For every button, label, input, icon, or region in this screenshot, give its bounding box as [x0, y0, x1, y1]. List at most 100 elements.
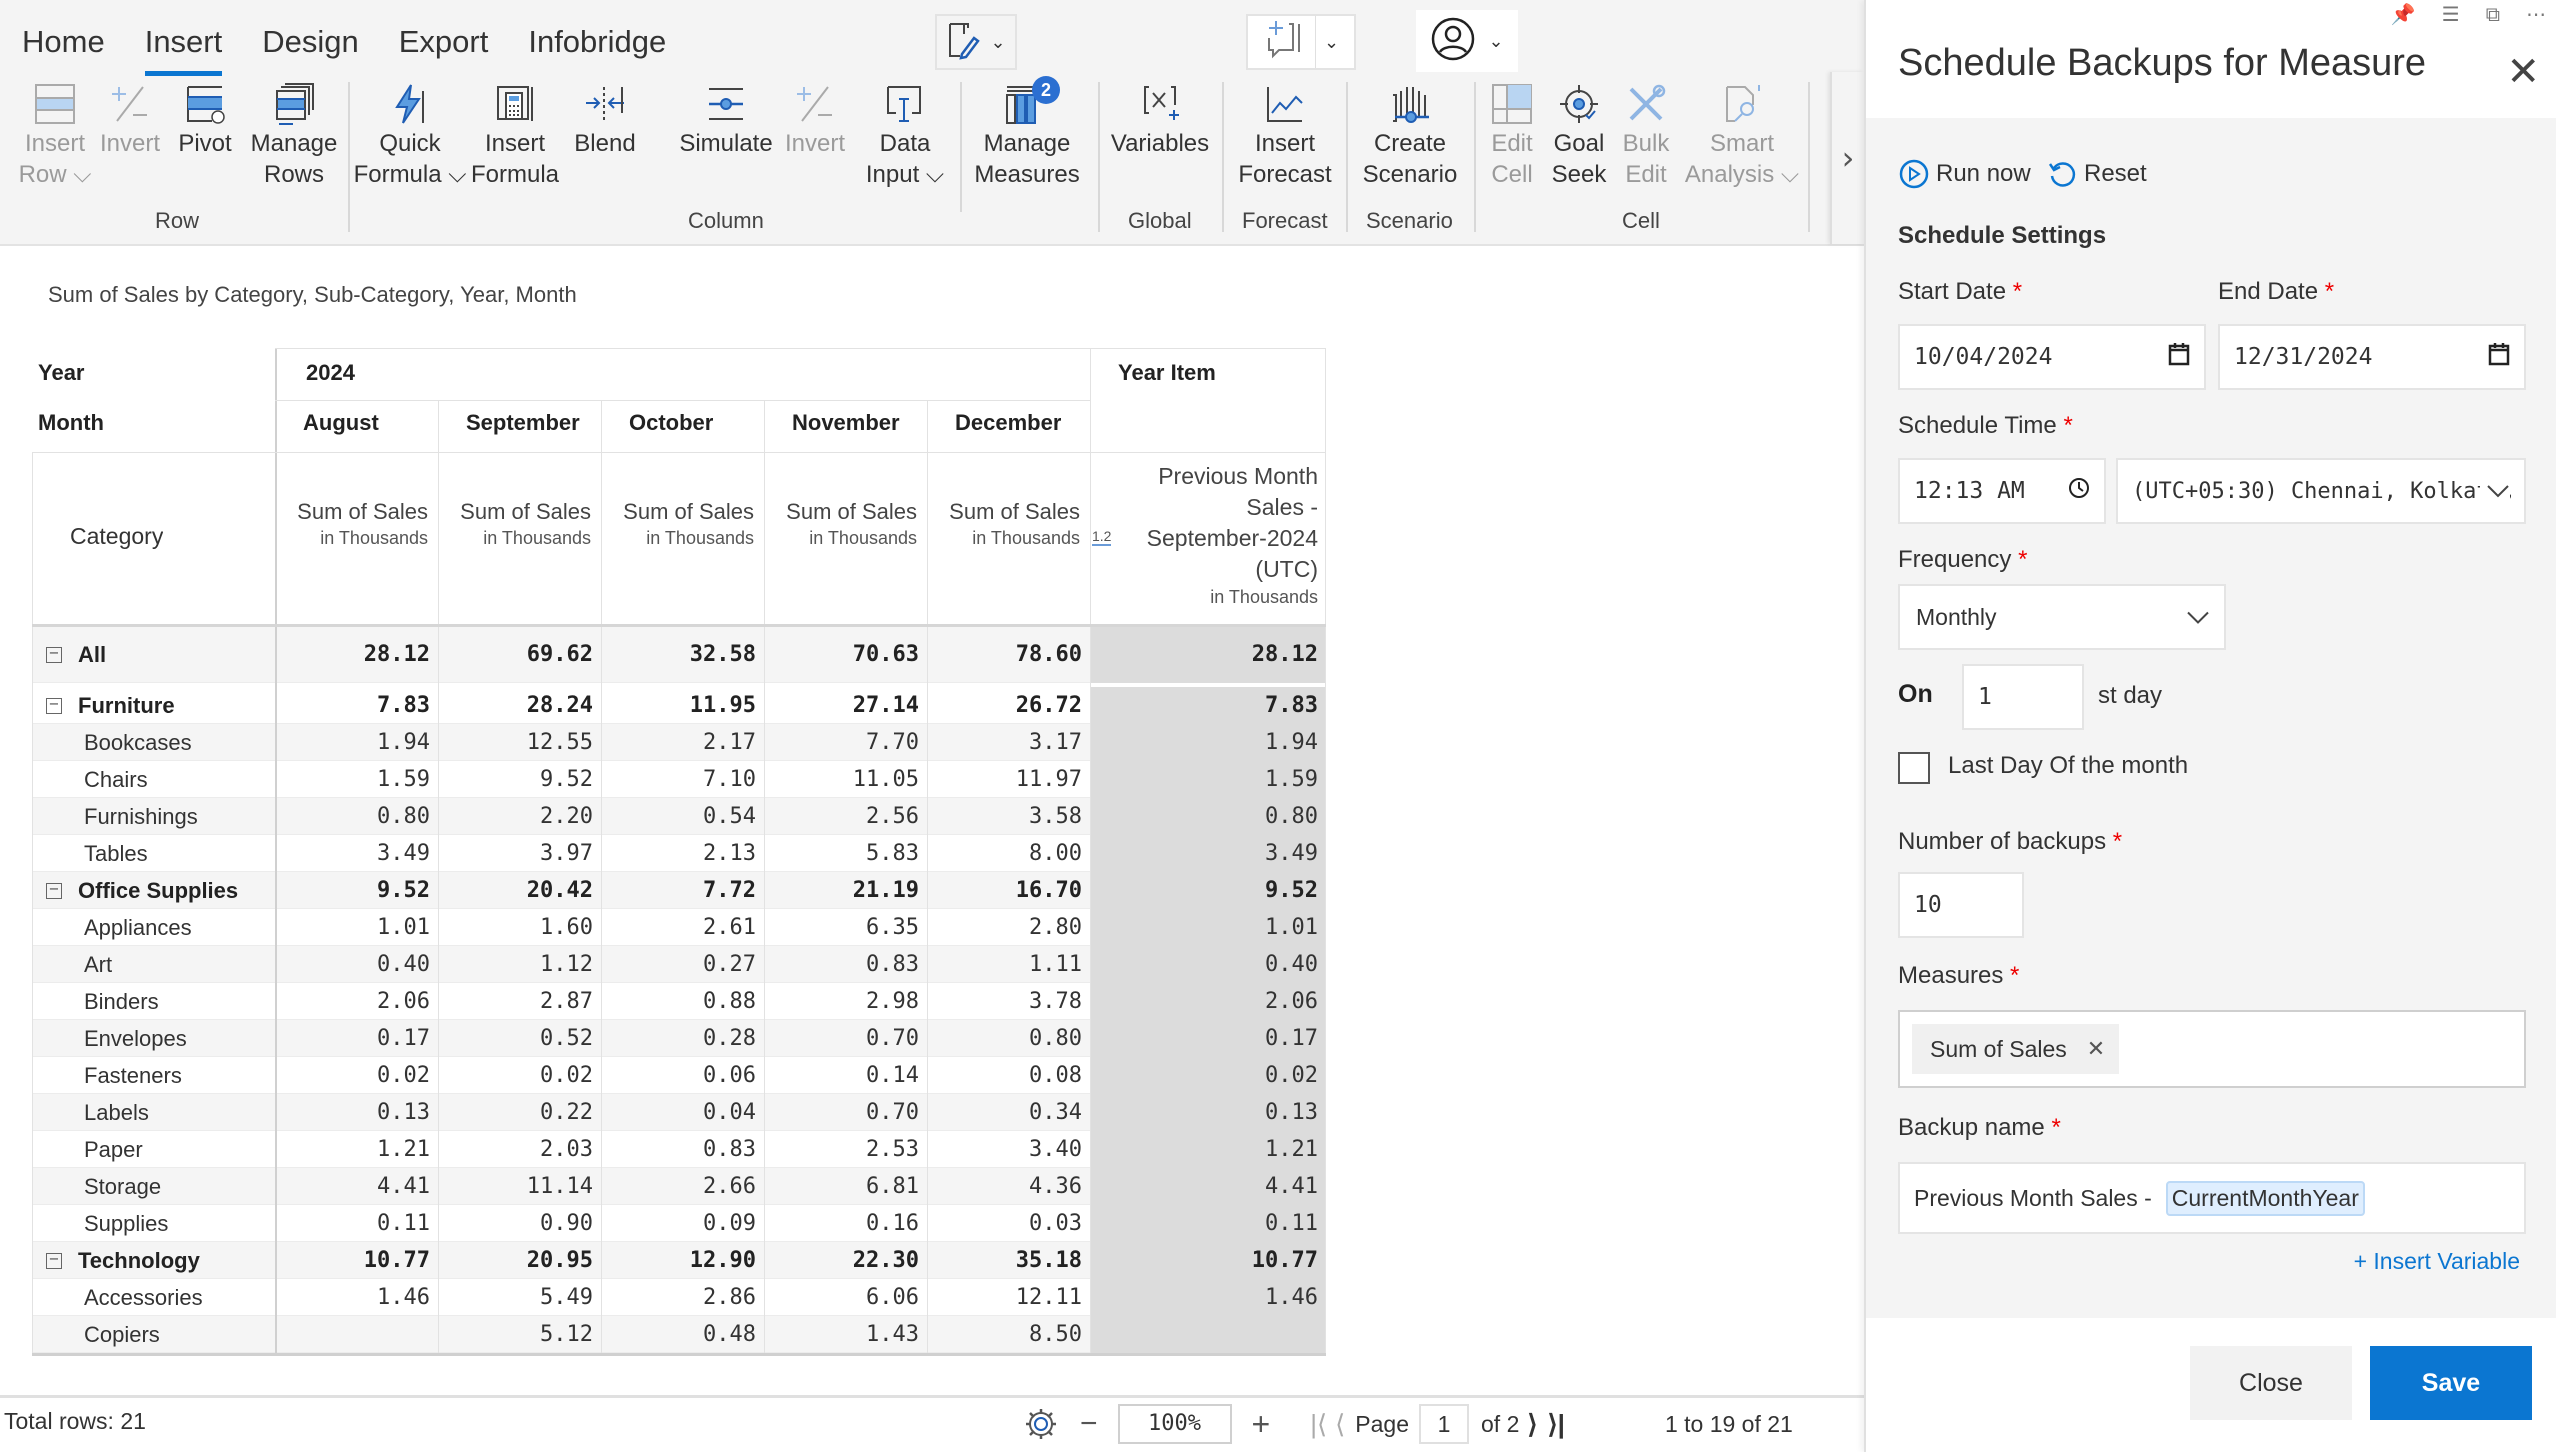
- value-cell[interactable]: 0.14: [764, 1058, 927, 1094]
- value-cell[interactable]: 69.62: [438, 637, 601, 673]
- month-header[interactable]: October: [629, 410, 713, 436]
- last-page-button[interactable]: ⟩|: [1548, 1409, 1565, 1440]
- format-painter-dropdown[interactable]: ⌄: [935, 14, 1017, 70]
- calendar-icon[interactable]: [2168, 342, 2190, 372]
- pin-icon[interactable]: 📌: [2391, 2, 2416, 26]
- value-cell[interactable]: 0.48: [601, 1317, 764, 1353]
- remove-chip-icon[interactable]: ✕: [2087, 1036, 2105, 1062]
- value-cell[interactable]: 28.24: [438, 688, 601, 724]
- tab-infobridge[interactable]: Infobridge: [528, 16, 686, 68]
- year-item-value-cell[interactable]: 9.52: [1090, 872, 1326, 909]
- value-cell[interactable]: 0.83: [764, 947, 927, 983]
- value-cell[interactable]: 0.02: [275, 1058, 438, 1094]
- measure-header[interactable]: Sum of Sales in Thousands: [601, 498, 760, 550]
- collapse-icon[interactable]: −: [46, 1252, 62, 1269]
- value-cell[interactable]: 12.55: [438, 725, 601, 761]
- value-cell[interactable]: 0.80: [927, 1021, 1090, 1057]
- month-header[interactable]: August: [303, 410, 379, 436]
- value-cell[interactable]: 8.00: [927, 836, 1090, 872]
- zoom-level-input[interactable]: 100%: [1117, 1404, 1232, 1444]
- calendar-icon[interactable]: [2488, 342, 2510, 372]
- insert-comment-control[interactable]: ⌄: [1246, 14, 1356, 70]
- row-label[interactable]: Furniture: [78, 688, 175, 724]
- value-cell[interactable]: 2.98: [764, 984, 927, 1020]
- close-button[interactable]: Close: [2190, 1346, 2352, 1420]
- year-item-header[interactable]: Year Item: [1118, 360, 1216, 386]
- value-cell[interactable]: 1.43: [764, 1317, 927, 1353]
- measure-header[interactable]: Sum of Sales in Thousands: [764, 498, 923, 550]
- value-cell[interactable]: 2.06: [275, 984, 438, 1020]
- value-cell[interactable]: 2.61: [601, 910, 764, 946]
- value-cell[interactable]: 0.04: [601, 1095, 764, 1131]
- value-cell[interactable]: 7.72: [601, 873, 764, 909]
- value-cell[interactable]: 2.56: [764, 799, 927, 835]
- tab-export[interactable]: Export: [399, 16, 509, 68]
- data-input-button[interactable]: Data Input ⌵: [860, 80, 950, 190]
- value-cell[interactable]: 32.58: [601, 637, 764, 673]
- backup-name-input[interactable]: Previous Month Sales - CurrentMonthYear: [1898, 1162, 2526, 1234]
- year-item-value-cell[interactable]: 0.13: [1090, 1094, 1326, 1131]
- schedule-time-input[interactable]: 12:13 AM: [1898, 458, 2106, 524]
- on-day-input[interactable]: 1: [1962, 664, 2084, 730]
- value-cell[interactable]: 16.70: [927, 873, 1090, 909]
- tab-home[interactable]: Home: [22, 16, 125, 68]
- value-cell[interactable]: 3.49: [275, 836, 438, 872]
- value-cell[interactable]: 7.70: [764, 725, 927, 761]
- value-cell[interactable]: 6.06: [764, 1280, 927, 1316]
- backups-input[interactable]: 10: [1898, 872, 2024, 938]
- run-now-button[interactable]: Run now: [1898, 158, 2031, 190]
- last-day-checkbox[interactable]: [1898, 752, 1930, 784]
- value-cell[interactable]: 0.11: [275, 1206, 438, 1242]
- value-cell[interactable]: 11.97: [927, 762, 1090, 798]
- value-cell[interactable]: 7.83: [275, 688, 438, 724]
- value-cell[interactable]: 11.95: [601, 688, 764, 724]
- timezone-select[interactable]: (UTC+05:30) Chennai, Kolkata, M: [2116, 458, 2526, 524]
- insert-row-button[interactable]: Insert Row ⌵: [19, 80, 91, 190]
- year-item-measure-header[interactable]: Previous Month Sales - September-2024 (U…: [1118, 461, 1324, 631]
- value-cell[interactable]: 3.78: [927, 984, 1090, 1020]
- value-cell[interactable]: 0.09: [601, 1206, 764, 1242]
- chevron-down-icon[interactable]: ⌄: [1324, 32, 1339, 53]
- value-cell[interactable]: 4.41: [275, 1169, 438, 1205]
- year-item-value-cell[interactable]: 0.40: [1090, 946, 1326, 983]
- value-cell[interactable]: 9.52: [438, 762, 601, 798]
- year-item-value-cell[interactable]: 1.21: [1090, 1131, 1326, 1168]
- value-cell[interactable]: 0.90: [438, 1206, 601, 1242]
- value-cell[interactable]: 5.12: [438, 1317, 601, 1353]
- tab-design[interactable]: Design: [262, 16, 379, 68]
- value-cell[interactable]: 0.13: [275, 1095, 438, 1131]
- value-cell[interactable]: 6.35: [764, 910, 927, 946]
- value-cell[interactable]: 0.02: [438, 1058, 601, 1094]
- year-value-header[interactable]: 2024: [306, 360, 355, 386]
- value-cell[interactable]: 0.16: [764, 1206, 927, 1242]
- year-item-value-cell[interactable]: 3.49: [1090, 835, 1326, 872]
- value-cell[interactable]: 3.40: [927, 1132, 1090, 1168]
- value-cell[interactable]: 5.83: [764, 836, 927, 872]
- value-cell[interactable]: 10.77: [275, 1243, 438, 1279]
- value-cell[interactable]: 0.40: [275, 947, 438, 983]
- frequency-select[interactable]: Monthly: [1898, 584, 2226, 650]
- previous-page-button[interactable]: ⟨: [1335, 1409, 1345, 1440]
- value-cell[interactable]: 0.27: [601, 947, 764, 983]
- year-item-value-cell[interactable]: 1.01: [1090, 909, 1326, 946]
- value-cell[interactable]: 0.83: [601, 1132, 764, 1168]
- year-item-value-cell[interactable]: 1.46: [1090, 1279, 1326, 1316]
- row-label[interactable]: All: [78, 637, 106, 673]
- value-cell[interactable]: 2.80: [927, 910, 1090, 946]
- manage-measures-button[interactable]: 2 Manage Measures: [966, 76, 1088, 190]
- category-header[interactable]: Category: [70, 523, 163, 550]
- value-cell[interactable]: 20.42: [438, 873, 601, 909]
- filter-icon[interactable]: ☰: [2442, 2, 2460, 26]
- value-cell[interactable]: 1.21: [275, 1132, 438, 1168]
- zoom-out-button[interactable]: −: [1080, 1407, 1098, 1441]
- value-cell[interactable]: 12.90: [601, 1243, 764, 1279]
- year-item-value-cell[interactable]: 0.17: [1090, 1020, 1326, 1057]
- value-cell[interactable]: 1.11: [927, 947, 1090, 983]
- year-item-value-cell[interactable]: [1090, 1316, 1326, 1353]
- insert-formula-button[interactable]: Insert Formula: [470, 80, 560, 190]
- month-header[interactable]: November: [792, 410, 900, 436]
- value-cell[interactable]: 3.58: [927, 799, 1090, 835]
- year-item-value-cell[interactable]: 1.94: [1090, 724, 1326, 761]
- value-cell[interactable]: 4.36: [927, 1169, 1090, 1205]
- value-cell[interactable]: 1.01: [275, 910, 438, 946]
